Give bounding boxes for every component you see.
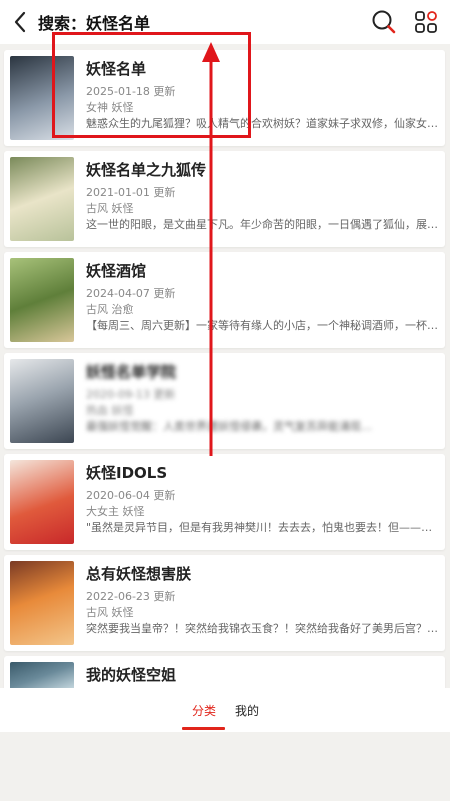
- cover-image: [10, 157, 74, 241]
- cover-image: [10, 56, 74, 140]
- update-date: 2020-09-13 更新: [86, 388, 176, 401]
- search-icon: [372, 10, 396, 34]
- result-card-4[interactable]: 妖怪IDOLS 2020-06-04 更新 大女主 妖怪 "虽然是灵异节目，但是…: [4, 454, 445, 550]
- bottom-tab-bar: 分类 我的: [0, 688, 450, 732]
- update-date: 2021-01-01 更新: [86, 186, 176, 199]
- chevron-left-icon: [14, 11, 26, 33]
- active-tab-indicator: [182, 727, 225, 730]
- tab-mine[interactable]: 我的: [235, 702, 259, 719]
- result-card-1[interactable]: 妖怪名单之九狐传 2021-01-01 更新 古风 妖怪 这一世的阳眼，是文曲星…: [4, 151, 445, 247]
- cover-image: [10, 359, 74, 443]
- comic-title: 妖怪名单: [86, 60, 147, 78]
- comic-tags: 大女主 妖怪: [86, 505, 145, 518]
- comic-description: 最强妖怪觉醒：人类世界遭妖怪侵袭，灵气复苏异能涌现…: [86, 420, 372, 433]
- comic-title: 妖怪名单之九狐传: [86, 161, 207, 179]
- tab-category[interactable]: 分类: [192, 702, 216, 719]
- comic-tags: 热血 妖怪: [86, 404, 134, 417]
- grid-icon: [415, 11, 437, 33]
- comic-title: 妖怪名单学院: [86, 363, 177, 381]
- page-title: 搜索：妖怪名单: [38, 14, 151, 33]
- comic-description: 这一世的阳眼，是文曲星下凡。年少命苦的阳眼，一日偶遇了狐仙，展开…: [86, 218, 439, 231]
- cover-image: [10, 662, 74, 690]
- update-date: 2022-06-23 更新: [86, 590, 176, 603]
- comic-tags: 古风 妖怪: [86, 606, 134, 619]
- cover-image: [10, 258, 74, 342]
- result-card-0[interactable]: 妖怪名单 2025-01-18 更新 女神 妖怪 魅惑众生的九尾狐狸？吸人精气的…: [4, 50, 445, 146]
- comic-tags: 古风 妖怪: [86, 202, 134, 215]
- comic-description: 突然要我当皇帝？！突然给我锦衣玉食？！突然给我备好了美男后宫？！…: [86, 622, 439, 635]
- search-button[interactable]: [366, 4, 402, 40]
- update-date: 2025-01-18 更新: [86, 85, 176, 98]
- result-card-3[interactable]: 妖怪名单学院 2020-09-13 更新 热血 妖怪 最强妖怪觉醒：人类世界遭妖…: [4, 353, 445, 449]
- comic-tags: 古风 治愈: [86, 303, 134, 316]
- comic-tags: 女神 妖怪: [86, 101, 134, 114]
- result-card-2[interactable]: 妖怪酒馆 2024-04-07 更新 古风 治愈 【每周三、周六更新】一家等待有…: [4, 252, 445, 348]
- comic-description: 魅惑众生的九尾狐狸？吸人精气的合欢树妖？道家妹子求双修，仙家女神…: [86, 117, 439, 130]
- cover-image: [10, 460, 74, 544]
- comic-title: 妖怪IDOLS: [86, 464, 168, 482]
- comic-description: 【每周三、周六更新】一家等待有缘人的小店，一个神秘调酒师，一杯化…: [86, 319, 439, 332]
- comic-title: 我的妖怪空姐: [86, 666, 177, 684]
- cover-image: [10, 561, 74, 645]
- menu-grid-button[interactable]: [408, 4, 444, 40]
- update-date: 2024-04-07 更新: [86, 287, 176, 300]
- comic-title: 妖怪酒馆: [86, 262, 147, 280]
- comic-description: "虽然是灵异节目，但是有我男神樊川！去去去，怕鬼也要去！但——为什…: [86, 521, 439, 534]
- comic-title: 总有妖怪想害朕: [86, 565, 192, 583]
- header-bar: 搜索：妖怪名单: [0, 0, 450, 44]
- result-card-5[interactable]: 总有妖怪想害朕 2022-06-23 更新 古风 妖怪 突然要我当皇帝？！突然给…: [4, 555, 445, 651]
- result-card-6[interactable]: 我的妖怪空姐: [4, 656, 445, 690]
- back-button[interactable]: [2, 0, 38, 44]
- bottom-area: 分类 我的: [0, 688, 450, 801]
- update-date: 2020-06-04 更新: [86, 489, 176, 502]
